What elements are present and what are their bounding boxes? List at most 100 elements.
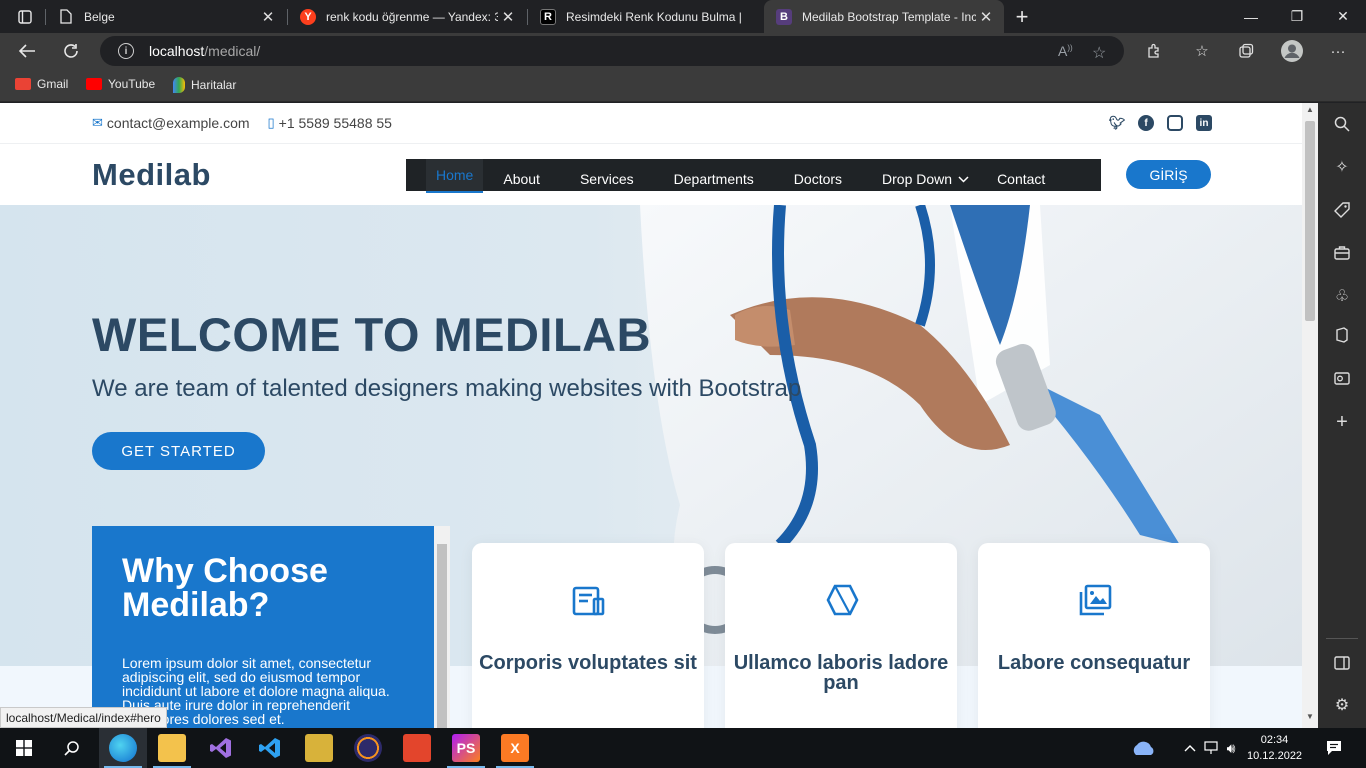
- search-icon[interactable]: [58, 734, 86, 762]
- system-clock[interactable]: 02:34 10.12.2022: [1247, 732, 1302, 764]
- bookmark-maps[interactable]: Haritalar: [173, 77, 236, 93]
- more-menu-icon[interactable]: ···: [1326, 39, 1350, 63]
- tab-actions-icon[interactable]: [10, 2, 40, 32]
- main-nav: Home About Services Departments Doctors …: [406, 159, 1101, 193]
- hide-sidebar-icon[interactable]: [1330, 651, 1354, 675]
- visual-studio-icon[interactable]: [207, 734, 235, 762]
- back-icon[interactable]: [12, 36, 42, 66]
- page-scrollbar[interactable]: ▲ ▼: [1302, 103, 1318, 728]
- close-icon[interactable]: ✕: [498, 8, 518, 26]
- chevron-down-icon: [958, 172, 969, 186]
- notifications-icon[interactable]: [1320, 734, 1348, 762]
- new-tab-icon[interactable]: +: [1007, 2, 1037, 32]
- instagram-icon[interactable]: [1167, 115, 1183, 131]
- browser-toolbar: i localhost/medical/ A)) ☆ ☆ ···: [0, 33, 1366, 69]
- clock-time: 02:34: [1260, 734, 1289, 746]
- favorites-icon[interactable]: ☆: [1190, 39, 1214, 63]
- browser-tab-medilab[interactable]: B Medilab Bootstrap Template - Inc ✕: [764, 0, 1004, 33]
- why-box-scrollbar[interactable]: [434, 526, 450, 728]
- email-contact[interactable]: ✉ contact@example.com: [92, 115, 250, 131]
- envelope-icon: ✉: [92, 115, 103, 130]
- refresh-icon[interactable]: [56, 36, 86, 66]
- images-icon: [1079, 584, 1112, 616]
- login-button[interactable]: GİRİŞ: [1126, 160, 1211, 189]
- nav-contact[interactable]: Contact: [973, 167, 1065, 191]
- edge-sidebar: ✧ ♧ + ⚙: [1318, 103, 1366, 728]
- volume-icon[interactable]: 🔊︎: [1221, 734, 1241, 762]
- receipt-icon: [572, 586, 605, 616]
- settings-gear-icon[interactable]: ⚙: [1330, 693, 1354, 717]
- why-title: Why Choose Medilab?: [122, 552, 328, 624]
- games-icon[interactable]: ♧: [1330, 284, 1354, 308]
- card-title: Corporis voluptates sit: [479, 652, 697, 674]
- add-icon[interactable]: +: [1330, 410, 1354, 434]
- nav-services[interactable]: Services: [560, 167, 654, 191]
- site-header: Medilab Home About Services Departments …: [0, 143, 1302, 205]
- gmail-icon: [15, 78, 31, 90]
- cube-icon: [826, 584, 859, 616]
- favorite-star-icon[interactable]: ☆: [1092, 43, 1106, 63]
- profile-avatar[interactable]: [1280, 39, 1304, 63]
- collections-icon[interactable]: [1234, 39, 1258, 63]
- windows-taskbar: PS X 🔊︎ 02:34 10.12.2022: [0, 728, 1366, 768]
- phone-contact: ▯ +1 5589 55488 55: [267, 115, 392, 131]
- start-icon[interactable]: [10, 734, 38, 762]
- close-icon[interactable]: ✕: [976, 8, 996, 26]
- browser-tab-yandex[interactable]: Y renk kodu öğrenme — Yandex: 3 ✕: [288, 0, 526, 33]
- sparkle-icon[interactable]: ✧: [1330, 155, 1354, 179]
- outlook-icon[interactable]: [1330, 366, 1354, 390]
- facebook-icon[interactable]: f: [1138, 115, 1154, 131]
- briefcase-icon[interactable]: [1330, 241, 1354, 265]
- edge-icon[interactable]: [109, 734, 137, 762]
- nav-about[interactable]: About: [493, 167, 560, 191]
- read-aloud-icon[interactable]: A)): [1058, 43, 1073, 59]
- extensions-icon[interactable]: [1142, 39, 1166, 63]
- url-text: localhost/medical/: [149, 43, 261, 59]
- yandex-icon: Y: [300, 8, 316, 25]
- feature-card: Labore consequatur: [978, 543, 1210, 728]
- close-window-icon[interactable]: ✕: [1320, 0, 1366, 33]
- bookmarks-bar: Gmail YouTube Haritalar: [0, 69, 1366, 102]
- close-icon[interactable]: ✕: [258, 8, 278, 26]
- office-icon[interactable]: [403, 734, 431, 762]
- vscode-icon[interactable]: [256, 734, 284, 762]
- clock-date: 10.12.2022: [1247, 750, 1303, 762]
- document-icon: [58, 9, 74, 25]
- browser-tab-bar: Belge ✕ Y renk kodu öğrenme — Yandex: 3 …: [0, 0, 1366, 33]
- search-icon[interactable]: [1330, 112, 1354, 136]
- why-choose-box: Why Choose Medilab? Lorem ipsum dolor si…: [92, 526, 434, 728]
- browser-tab-belge[interactable]: Belge ✕: [46, 0, 286, 33]
- explorer-icon[interactable]: [158, 734, 186, 762]
- nav-home[interactable]: Home: [426, 159, 484, 193]
- hero-title: WELCOME TO MEDILAB: [92, 308, 652, 361]
- scrollbar-thumb[interactable]: [1305, 121, 1315, 321]
- minimize-icon[interactable]: —: [1228, 0, 1274, 33]
- hero-subtitle: We are team of talented designers making…: [92, 375, 802, 402]
- address-bar[interactable]: i localhost/medical/ A)) ☆: [100, 36, 1124, 66]
- site-topbar: ✉ contact@example.com ▯ +1 5589 55488 55 🐦…: [0, 103, 1302, 143]
- nav-departments[interactable]: Departments: [654, 167, 774, 191]
- bookmark-youtube[interactable]: YouTube: [86, 77, 155, 91]
- office-icon[interactable]: [1330, 323, 1354, 347]
- restore-icon[interactable]: ❐: [1274, 0, 1320, 33]
- browser-tab-renk[interactable]: R Resimdeki Renk Kodunu Bulma |: [528, 0, 764, 33]
- nav-dropdown[interactable]: Drop Down: [862, 167, 973, 191]
- onedrive-icon[interactable]: [1128, 734, 1158, 762]
- card-title: Ullamco laboris ladore pan: [733, 652, 949, 694]
- nav-doctors[interactable]: Doctors: [774, 167, 862, 191]
- site-info-icon[interactable]: i: [118, 43, 134, 59]
- phpstorm-icon[interactable]: PS: [452, 734, 480, 762]
- twitter-icon[interactable]: 🐦︎: [1109, 115, 1126, 131]
- youtube-icon: [86, 78, 102, 90]
- tag-icon[interactable]: [1330, 198, 1354, 222]
- bookmark-gmail[interactable]: Gmail: [15, 77, 68, 91]
- site-logo[interactable]: Medilab: [92, 157, 211, 193]
- xampp-icon[interactable]: X: [501, 734, 529, 762]
- bootstrap-icon: B: [776, 8, 792, 25]
- eclipse-icon[interactable]: [354, 734, 382, 762]
- linkedin-icon[interactable]: in: [1196, 115, 1212, 131]
- phone-icon: ▯: [267, 115, 275, 130]
- get-started-button[interactable]: GET STARTED: [92, 432, 265, 470]
- site-icon: R: [540, 8, 556, 25]
- tool-icon[interactable]: [305, 734, 333, 762]
